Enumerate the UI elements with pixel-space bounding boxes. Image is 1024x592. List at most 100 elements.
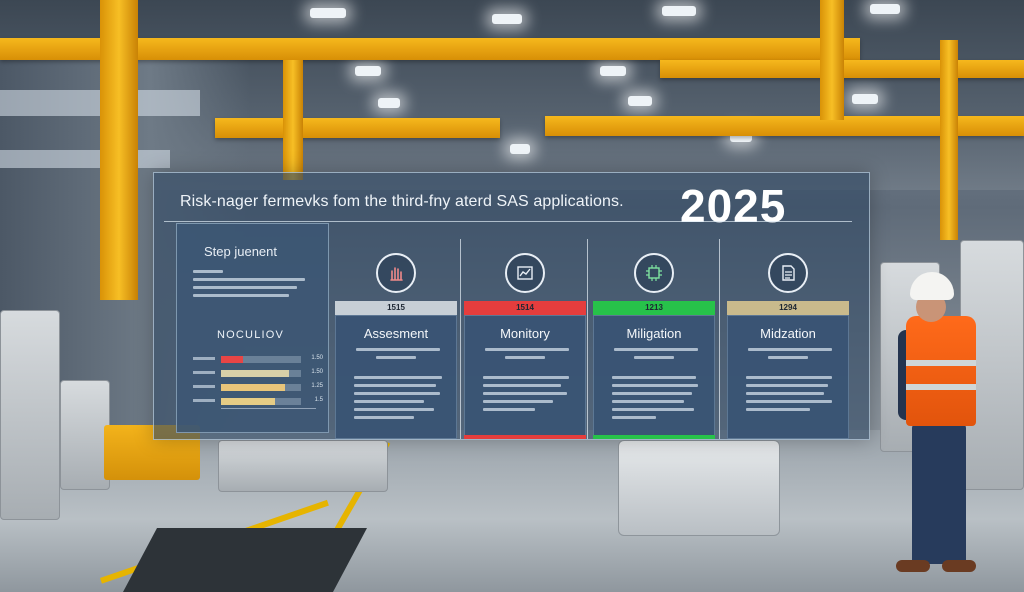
text-line: [483, 400, 553, 403]
bar-value: 1.50: [311, 355, 323, 361]
worker-shoe: [942, 560, 976, 572]
hard-hat: [910, 272, 954, 300]
bar-fill: [221, 370, 289, 377]
bar-value: 1.50: [311, 369, 323, 375]
hand-icon: [376, 253, 416, 293]
ceiling-light: [852, 94, 878, 104]
chart-icon: [505, 253, 545, 293]
ceiling-light: [492, 14, 522, 24]
phase-separator: [719, 239, 720, 439]
ceiling-light: [870, 4, 900, 14]
yellow-column: [940, 40, 958, 240]
bar-value: 1.5: [314, 397, 323, 403]
ceiling-light: [310, 8, 346, 18]
ceiling-light: [355, 66, 381, 76]
text-line: [483, 376, 569, 379]
text-line: [746, 400, 832, 403]
text-line: [356, 348, 440, 351]
text-line: [614, 348, 698, 351]
phase-underline: [593, 435, 715, 439]
bar-track: [221, 384, 301, 391]
step-panel-subtitle: NOCULIOV: [217, 329, 285, 341]
worker-vest: [906, 316, 976, 426]
text-line: [634, 356, 674, 359]
text-line: [768, 356, 808, 359]
bar-value: 1.25: [311, 383, 323, 389]
window-strip: [0, 150, 170, 168]
bar-fill: [221, 398, 276, 405]
phase-name: Midzation: [760, 326, 816, 341]
floor-cart: [618, 440, 780, 536]
yellow-column: [283, 60, 303, 180]
text-line: [612, 400, 684, 403]
text-line: [612, 392, 692, 395]
text-line: [483, 408, 535, 411]
metric-bar: 1.50: [193, 355, 323, 364]
text-line: [354, 376, 442, 379]
phase-code: 1213: [593, 301, 715, 315]
document-icon: [768, 253, 808, 293]
text-line: [354, 400, 424, 403]
text-line: [746, 376, 832, 379]
metric-bar: 1.5: [193, 397, 323, 406]
bar-label: [193, 371, 215, 374]
text-line: [746, 408, 810, 411]
text-line: [193, 278, 305, 281]
text-line: [376, 356, 416, 359]
bar-axis: [221, 408, 316, 409]
metric-bar: 1.25: [193, 383, 323, 392]
phase-card-midzation[interactable]: 1294 Midzation: [727, 233, 849, 439]
ceiling-light: [378, 98, 400, 108]
machine: [218, 440, 388, 492]
text-line: [483, 392, 567, 395]
text-line: [746, 392, 824, 395]
text-line: [612, 408, 694, 411]
phase-code: 1294: [727, 301, 849, 315]
text-line: [748, 348, 832, 351]
phase-separator: [460, 239, 461, 439]
phase-separator: [587, 239, 588, 439]
text-line: [354, 408, 434, 411]
phase-card-monitory[interactable]: 1514 Monitory: [464, 233, 586, 439]
text-line: [485, 348, 569, 351]
text-line: [746, 384, 828, 387]
text-line: [612, 384, 698, 387]
bar-label: [193, 385, 215, 388]
phase-name: Monitory: [500, 326, 550, 341]
crane-beam: [215, 118, 500, 138]
text-line: [483, 384, 561, 387]
risk-framework-panel: Risk-nager fermevks fom the third-fny at…: [153, 172, 870, 440]
phase-name: Miligation: [626, 326, 682, 341]
panel-title: Risk-nager fermevks fom the third-fny at…: [180, 193, 624, 210]
circuit-icon: [634, 253, 674, 293]
bar-track: [221, 370, 301, 377]
phase-body: Miligation: [593, 315, 715, 439]
text-line: [354, 416, 414, 419]
phase-body: Midzation: [727, 315, 849, 439]
panel-year: 2025: [680, 180, 787, 232]
machine: [0, 310, 60, 520]
step-panel: Step juenent NOCULIOV 1.50 1.50 1.25 1.5: [176, 223, 329, 433]
text-line: [612, 376, 696, 379]
machine: [60, 380, 110, 490]
worker-figure: [892, 270, 992, 580]
yellow-column: [820, 0, 844, 120]
text-line: [354, 392, 440, 395]
phase-body: Monitory: [464, 315, 586, 439]
phase-card-assessment[interactable]: 1515 Assesment: [335, 233, 457, 439]
text-line: [193, 286, 297, 289]
text-line: [612, 416, 656, 419]
vest-stripe: [906, 384, 976, 390]
yellow-column: [100, 0, 138, 300]
bar-track: [221, 398, 301, 405]
phase-card-miligation[interactable]: 1213 Miligation: [593, 233, 715, 439]
phase-code: 1515: [335, 301, 457, 315]
bar-fill: [221, 356, 243, 363]
bar-fill: [221, 384, 285, 391]
text-line: [193, 270, 223, 273]
floor-mat: [122, 528, 368, 592]
text-line: [505, 356, 545, 359]
text-line: [193, 294, 289, 297]
text-line: [354, 384, 436, 387]
ceiling-light: [662, 6, 696, 16]
